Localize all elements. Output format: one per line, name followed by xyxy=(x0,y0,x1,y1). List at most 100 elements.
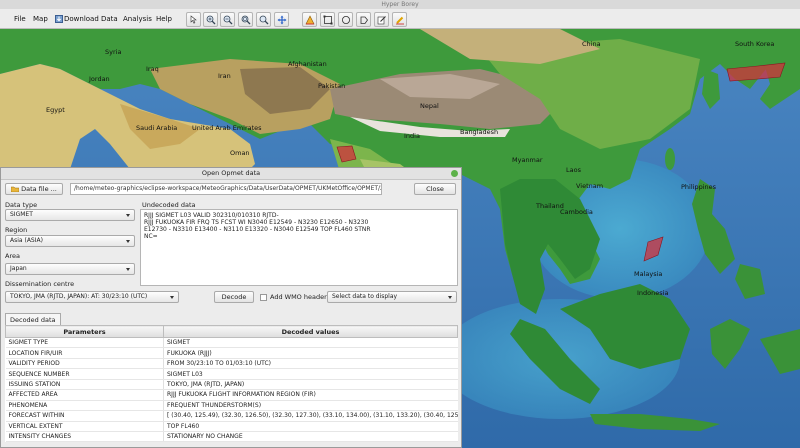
map-label: Afghanistan xyxy=(288,60,327,68)
undecoded-line: RJJJ SIGMET L03 VALID 302310/010310 RJTD… xyxy=(144,212,279,219)
param-cell: VERTICAL EXTENT xyxy=(5,421,164,432)
wmo-header-checkbox[interactable] xyxy=(260,294,267,301)
param-cell: INTENSITY CHANGES xyxy=(5,431,164,443)
undecoded-line: NC= xyxy=(144,233,158,240)
dissemination-label: Dissemination centre xyxy=(5,280,75,288)
select-display-value: Select data to display xyxy=(332,293,398,300)
decode-button[interactable]: Decode xyxy=(214,291,254,303)
menu-data[interactable]: Data xyxy=(101,9,118,29)
chevron-down-icon xyxy=(170,296,174,299)
param-cell: ISSUING STATION xyxy=(5,379,164,391)
value-cell: SIGMET L03 xyxy=(163,368,458,380)
decoded-table: Parameters Decoded values SIGMET TYPE SIG… xyxy=(5,325,458,443)
value-cell: STATIONARY NO CHANGE xyxy=(163,431,458,443)
map-label: Oman xyxy=(230,149,250,157)
map-label: Myanmar xyxy=(512,156,543,164)
param-cell: PHENOMENA xyxy=(5,400,164,412)
table-row[interactable]: VALIDITY PERIOD FROM 30/23:10 TO 01/03:10… xyxy=(5,358,458,370)
data-type-label: Data type xyxy=(5,201,38,209)
column-header-decoded-values[interactable]: Decoded values xyxy=(163,325,458,338)
open-opmet-dialog: Open Opmet data Data file ... /home/mete… xyxy=(0,167,462,448)
dialog-title: Open Opmet data xyxy=(201,169,261,177)
param-cell: SEQUENCE NUMBER xyxy=(5,368,164,380)
zoom-area-icon[interactable] xyxy=(256,12,271,27)
menu-download[interactable]: Download xyxy=(64,9,99,29)
table-row[interactable]: SEQUENCE NUMBER SIGMET L03 xyxy=(5,368,458,380)
value-cell: FUKUOKA (RJJJ) xyxy=(163,347,458,359)
zoom-in-icon[interactable] xyxy=(203,12,218,27)
dissemination-value: TOKYO, JMA (RJTD, JAPAN): AT: 30/23:10 (… xyxy=(10,293,148,300)
map-label: Vietnam xyxy=(576,182,604,190)
window-title: Hyper Borey xyxy=(0,0,800,9)
zoom-out-icon[interactable] xyxy=(220,12,235,27)
map-label: Malaysia xyxy=(634,270,663,278)
folder-icon xyxy=(10,186,20,193)
map-label: Laos xyxy=(566,166,581,174)
table-row[interactable]: FORECAST WITHIN[ (30.40, 125.49), (32.30… xyxy=(5,410,458,422)
data-file-label: Data file ... xyxy=(21,185,57,193)
map-label: Pakistan xyxy=(318,82,346,90)
polygon-select-icon[interactable] xyxy=(356,12,371,27)
map-label: Syria xyxy=(105,48,122,56)
close-button[interactable]: Close xyxy=(414,183,456,195)
param-cell: SIGMET TYPE xyxy=(5,337,164,349)
map-label: Bangladesh xyxy=(460,128,499,136)
param-cell: AFFECTED AREA xyxy=(5,389,164,401)
value-cell: FROM 30/23:10 TO 01/03:10 (UTC) xyxy=(163,358,458,370)
map-label: United Arab Emirates xyxy=(192,124,262,132)
pen-icon[interactable] xyxy=(392,12,407,27)
undecoded-line: E12730 - N3310 E13400 - N3110 E13320 - N… xyxy=(144,226,371,233)
chevron-down-icon xyxy=(126,268,130,271)
undecoded-line: RJJJ FUKUOKA FIR FRQ TS FCST WI N3040 E1… xyxy=(144,219,369,226)
table-row[interactable]: LOCATION FIR/UIR FUKUOKA (RJJJ) xyxy=(5,347,458,359)
map-label: Iraq xyxy=(146,65,159,73)
undecoded-textarea[interactable]: RJJJ SIGMET L03 VALID 302310/010310 RJTD… xyxy=(140,209,458,286)
menu-map[interactable]: Map xyxy=(33,9,48,29)
region-value: Asia (ASIA) xyxy=(10,237,43,244)
table-row[interactable]: ISSUING STATION TOKYO, JMA (RJTD, JAPAN) xyxy=(5,379,458,391)
undecoded-label: Undecoded data xyxy=(142,201,196,209)
table-row[interactable]: SIGMET TYPE SIGMET xyxy=(5,337,458,349)
cursor-icon[interactable] xyxy=(186,12,201,27)
chevron-down-icon xyxy=(126,214,130,217)
chevron-down-icon xyxy=(448,296,452,299)
value-cell: SIGMET xyxy=(163,337,458,349)
menu-help[interactable]: Help xyxy=(156,9,172,29)
select-display-dropdown[interactable]: Select data to display xyxy=(327,291,457,303)
zoom-extent-icon[interactable] xyxy=(238,12,253,27)
value-cell: FREQUENT THUNDERSTORM(S) xyxy=(163,400,458,412)
table-row[interactable]: INTENSITY CHANGES STATIONARY NO CHANGE xyxy=(5,431,458,443)
edit-icon[interactable] xyxy=(374,12,389,27)
menu-file[interactable]: File xyxy=(14,9,26,29)
value-cell: TOKYO, JMA (RJTD, JAPAN) xyxy=(163,379,458,391)
circle-select-icon[interactable] xyxy=(338,12,353,27)
menu-bar: File Map Download Data Analysis Help xyxy=(0,9,800,29)
chevron-down-icon xyxy=(126,240,130,243)
param-cell: LOCATION FIR/UIR xyxy=(5,347,164,359)
ruler-icon[interactable] xyxy=(302,12,317,27)
table-row[interactable]: AFFECTED AREA RJJJ FUKUOKA FLIGHT INFORMA… xyxy=(5,389,458,401)
pan-icon[interactable] xyxy=(274,12,289,27)
menu-analysis[interactable]: Analysis xyxy=(123,9,152,29)
table-header-row: Parameters Decoded values xyxy=(5,325,458,338)
data-file-button[interactable]: Data file ... xyxy=(5,183,63,195)
download-icon xyxy=(55,9,64,29)
area-select[interactable]: Japan xyxy=(5,263,135,275)
map-label: Jordan xyxy=(89,75,110,83)
param-cell: VALIDITY PERIOD xyxy=(5,358,164,370)
area-label: Area xyxy=(5,252,20,260)
table-row[interactable]: VERTICAL EXTENT TOP FL460 xyxy=(5,421,458,432)
data-type-select[interactable]: SIGMET xyxy=(5,209,135,221)
dissemination-select[interactable]: TOKYO, JMA (RJTD, JAPAN): AT: 30/23:10 (… xyxy=(5,291,179,303)
rectangle-select-icon[interactable] xyxy=(320,12,335,27)
region-label: Region xyxy=(5,226,28,234)
map-label: Indonesia xyxy=(637,289,669,297)
table-row[interactable]: PHENOMENA FREQUENT THUNDERSTORM(S) xyxy=(5,400,458,412)
map-label: Saudi Arabia xyxy=(136,124,178,132)
dialog-close-icon[interactable] xyxy=(451,170,458,177)
column-header-parameters[interactable]: Parameters xyxy=(5,325,164,338)
region-select[interactable]: Asia (ASIA) xyxy=(5,235,135,247)
param-cell: FORECAST WITHIN xyxy=(5,410,164,422)
file-path-field[interactable]: /home/meteo-graphics/eclipse-workspace/M… xyxy=(70,183,382,195)
value-cell: TOP FL460 xyxy=(163,421,458,432)
